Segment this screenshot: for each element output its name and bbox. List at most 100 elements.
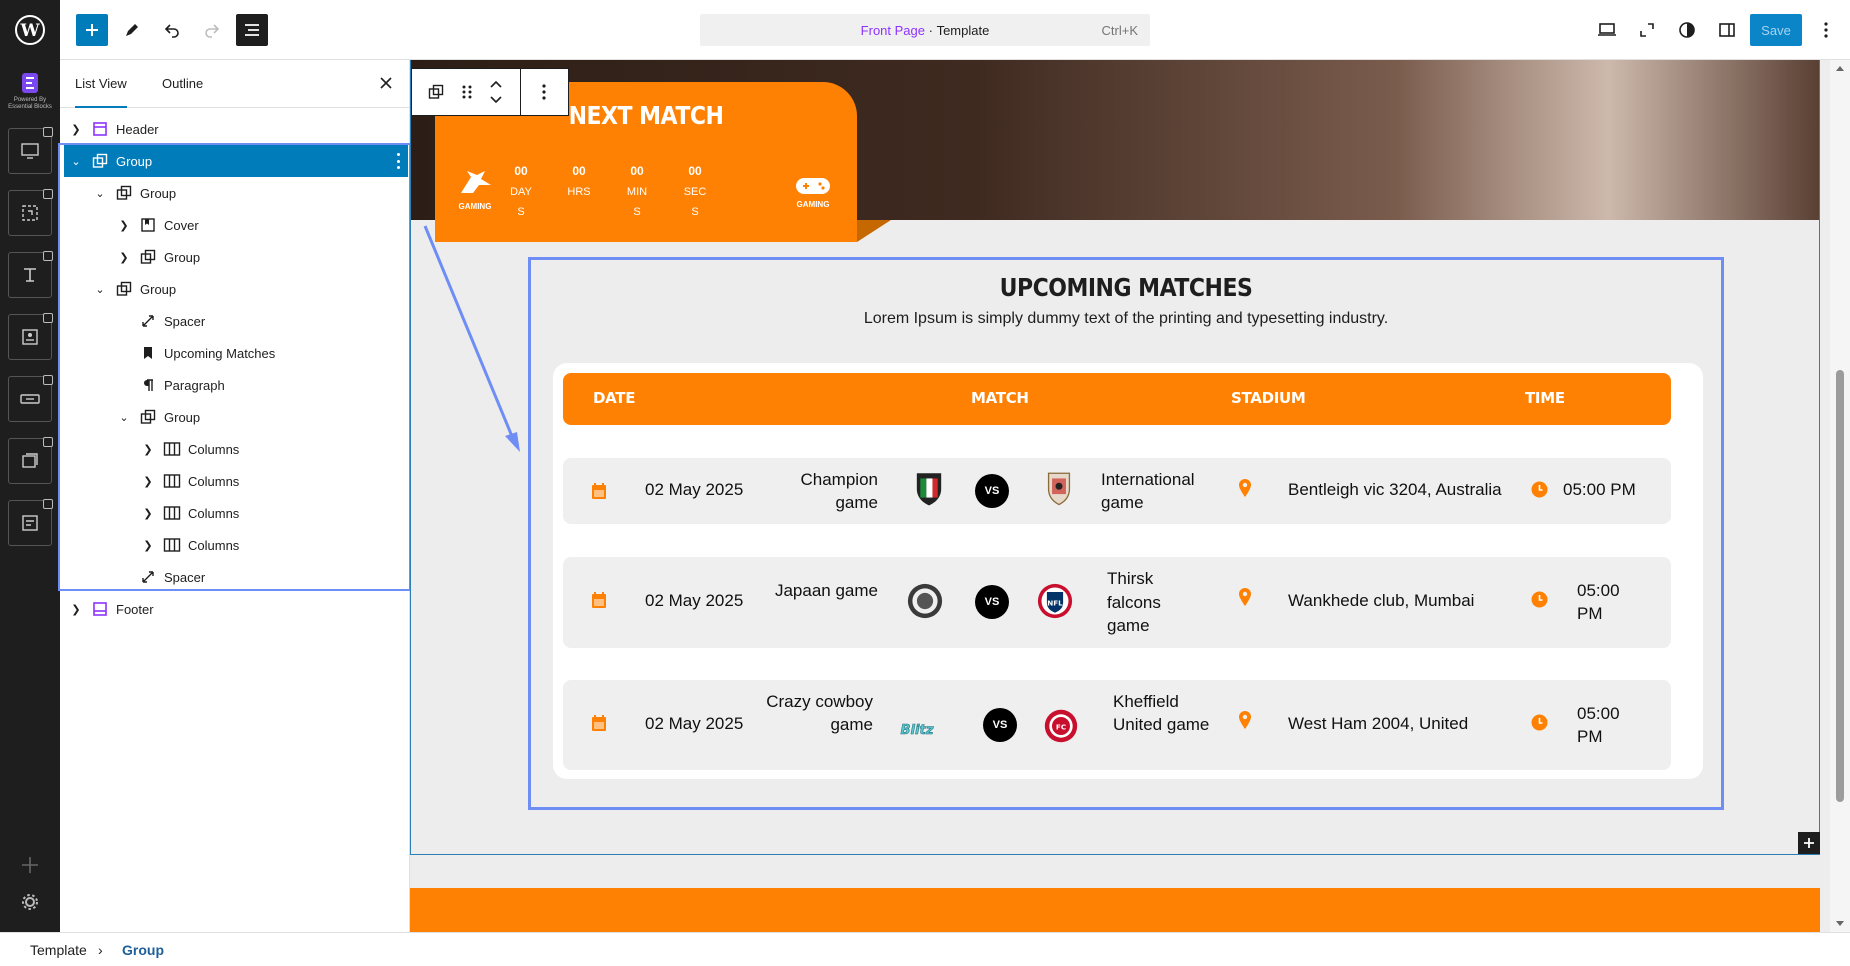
breadcrumb-item-group[interactable]: Group [122, 942, 164, 958]
redo-button[interactable] [196, 14, 228, 46]
stadium-name: Wankhede club, Mumbai [1288, 591, 1475, 610]
more-vertical-icon [1824, 22, 1828, 38]
tools-button[interactable] [116, 14, 148, 46]
footer-preview [410, 888, 1820, 932]
scroll-up-icon[interactable] [1835, 64, 1845, 72]
append-block-button[interactable] [1798, 832, 1820, 854]
stadium-name: West Ham 2004, United [1288, 714, 1469, 733]
move-up-down-icon[interactable] [489, 78, 503, 106]
eb-block-gallery[interactable] [8, 437, 53, 484]
match-date: 02 May 2025 [645, 591, 744, 610]
block-inserter-button[interactable] [76, 14, 108, 46]
gamepad-icon [796, 178, 830, 194]
document-overview-button[interactable] [236, 14, 268, 46]
essential-blocks-rail: Powered By Essential Blocks [0, 60, 60, 932]
block-options-button[interactable] [521, 69, 568, 115]
match-time: 05:00 PM [1577, 704, 1620, 746]
table-row: 02 May 2025 Japaan game VS NFL Thirsk fa… [563, 557, 1671, 648]
rail-add-button[interactable] [18, 853, 42, 877]
blitz-logo-icon: Blitz [900, 723, 934, 739]
plus-icon [1804, 838, 1814, 848]
eb-block-infobox[interactable] [8, 313, 53, 360]
essential-blocks-logo: Powered By Essential Blocks [4, 72, 56, 111]
table-row: 02 May 2025 Champion game VS Internation… [563, 458, 1671, 524]
template-type: Template [936, 22, 990, 38]
command-shortcut: Ctrl+K [1101, 22, 1138, 38]
essential-blocks-logo-icon [22, 73, 38, 93]
calendar-icon [592, 592, 606, 608]
editor-top-bar: W Front Page · Template Ctrl+K Save [0, 0, 1850, 60]
redo-icon [205, 24, 220, 38]
table-header: DATE MATCH STADIUM TIME [563, 373, 1671, 425]
tab-outline[interactable]: Outline [162, 60, 203, 108]
breadcrumb-item-template[interactable]: Template [30, 942, 87, 958]
upcoming-matches-section[interactable]: UPCOMING MATCHES Lorem Ipsum is simply d… [528, 257, 1724, 810]
countdown-seconds: 00 SECS [683, 164, 707, 218]
view-fullscreen-button[interactable] [1631, 14, 1663, 46]
canvas-scrollbar[interactable] [1830, 60, 1850, 932]
upcoming-title: UPCOMING MATCHES [999, 274, 1253, 303]
list-item-footer[interactable]: ❯ Footer [68, 593, 408, 625]
close-panel-button[interactable] [376, 74, 396, 94]
card-fold [857, 220, 891, 242]
options-menu-button[interactable] [1810, 14, 1842, 46]
countdown-minutes: 00 MINS [626, 164, 648, 218]
close-icon [380, 77, 392, 89]
eb-block-form[interactable] [8, 499, 53, 546]
svg-text:FC: FC [1056, 723, 1066, 732]
team-b-name: International game [1101, 470, 1195, 512]
scroll-down-icon[interactable] [1835, 920, 1845, 928]
frame-block-icon [22, 205, 38, 221]
editor-canvas[interactable]: NEXT MATCH GAMING 00 DAYS 00 HRS 00 MINS… [410, 60, 1830, 932]
vs-badge: VS [983, 708, 1017, 742]
desktop-icon [1598, 23, 1616, 36]
fc-logo-icon: FC [1044, 709, 1078, 743]
group-icon[interactable] [428, 84, 444, 100]
save-button[interactable]: Save [1750, 14, 1802, 46]
location-pin-icon [1239, 479, 1251, 497]
chevron-right-icon[interactable]: ❯ [68, 603, 84, 616]
styles-button[interactable] [1671, 14, 1703, 46]
chevron-right-icon[interactable]: ❯ [68, 123, 84, 136]
expand-icon [1640, 23, 1654, 37]
gear-icon [22, 894, 38, 910]
slider-block-icon [21, 143, 39, 159]
template-part-icon [90, 119, 110, 139]
list-item-label: Footer [116, 601, 154, 617]
countdown-days: 00 DAYS [510, 164, 532, 218]
plus-icon [86, 24, 98, 36]
rail-settings-button[interactable] [18, 890, 42, 914]
settings-sidebar-button[interactable] [1711, 14, 1743, 46]
match-date: 02 May 2025 [645, 714, 744, 733]
eb-block-image[interactable] [8, 189, 53, 236]
button-block-icon [20, 394, 40, 404]
template-separator: · [925, 22, 937, 38]
command-palette-bar[interactable]: Front Page · Template Ctrl+K [700, 14, 1150, 46]
crest-logo-icon [1047, 472, 1071, 506]
team-b-name: Kheffield United game [1113, 692, 1210, 734]
eb-block-slider[interactable] [8, 127, 53, 174]
scrollbar-thumb[interactable] [1836, 370, 1844, 802]
list-view-icon [245, 24, 259, 36]
preview-device-button[interactable] [1591, 14, 1623, 46]
undo-button[interactable] [156, 14, 188, 46]
eb-block-heading[interactable] [8, 251, 53, 298]
eb-block-button[interactable] [8, 375, 53, 422]
match-time: 05:00 PM [1563, 480, 1636, 499]
header-time: TIME [1525, 389, 1565, 407]
sidebar-icon [1719, 23, 1735, 37]
header-stadium: STADIUM [1231, 389, 1306, 407]
site-editor: W Front Page · Template Ctrl+K Save Powe… [0, 0, 1850, 966]
list-item-header[interactable]: ❯ Header [68, 113, 408, 145]
gaming-label-right: GAMING [796, 200, 830, 209]
clock-icon [1531, 481, 1548, 498]
location-pin-icon [1239, 588, 1251, 606]
brand-caption: Powered By Essential Blocks [8, 97, 52, 110]
drag-handle-icon[interactable] [461, 84, 473, 100]
matches-table: DATE MATCH STADIUM TIME 02 May 2025 Cham… [553, 363, 1703, 779]
vs-badge: VS [975, 474, 1009, 508]
list-item-label: Header [116, 121, 159, 137]
header-match: MATCH [971, 389, 1029, 407]
wordpress-logo-icon[interactable]: W [0, 0, 60, 60]
tab-list-view[interactable]: List View [75, 60, 127, 108]
